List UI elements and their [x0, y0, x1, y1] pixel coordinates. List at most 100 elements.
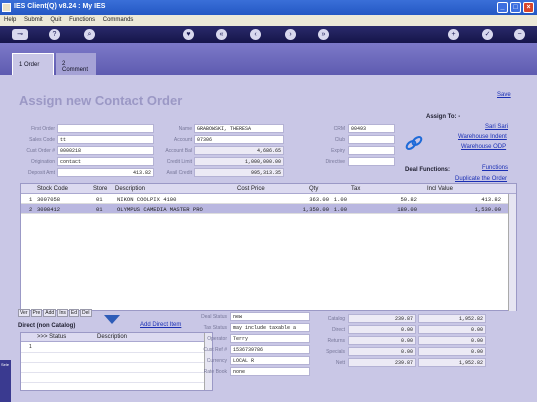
incl-value-cell: 1,539.00 — [474, 206, 501, 213]
store-cell: 01 — [96, 206, 103, 213]
sales-code-label: Sales Code — [29, 137, 55, 143]
edit-row-button[interactable]: Ed — [68, 309, 79, 317]
tax-cell: 50.82 — [400, 196, 417, 203]
next-record-icon[interactable]: › — [285, 29, 296, 40]
qty-cell: 1.00 — [333, 196, 347, 203]
tab-comment[interactable]: 2 Comment — [56, 53, 96, 75]
first-record-icon[interactable]: « — [216, 29, 227, 40]
crm-label: CRM — [333, 126, 345, 132]
save-link[interactable]: Save — [497, 92, 511, 98]
view-row-button[interactable]: Ver — [18, 309, 30, 317]
stock-code-cell: 3007058 — [37, 196, 61, 203]
avail-credit-label: Avail Credit — [166, 170, 192, 176]
col-incl-value[interactable]: Incl Value — [427, 186, 453, 192]
name-field[interactable]: GRABOWSKI, THERESA — [194, 124, 284, 133]
confirm-icon[interactable]: ✓ — [482, 29, 493, 40]
specials-incl-value: 0.00 — [418, 347, 486, 356]
add-icon[interactable]: + — [448, 29, 459, 40]
link-icon[interactable] — [404, 135, 424, 153]
origination-label: Origination — [30, 159, 55, 165]
nett-incl-value: 1,952.82 — [418, 358, 486, 367]
title-bar: IES Client(Q) v8.24 : My IES _ □ × — [0, 0, 537, 15]
expiry-label: Expiry — [331, 148, 345, 154]
tab-order[interactable]: 1 Order — [12, 53, 54, 75]
table-scrollbar[interactable] — [508, 194, 516, 311]
previous-row-button[interactable]: Pre — [30, 309, 43, 317]
catalog-label: Catalog — [327, 316, 345, 322]
menu-commands[interactable]: Commands — [103, 17, 134, 23]
col-stock-code[interactable]: Stock Code — [37, 186, 68, 192]
favorite-icon[interactable]: ♥ — [183, 29, 194, 40]
col-cost-price[interactable]: Cost Price — [237, 186, 265, 192]
menu-submit[interactable]: Submit — [24, 17, 43, 23]
table-header: Stock Code Store Description Cost Price … — [21, 184, 516, 194]
col-store[interactable]: Store — [93, 186, 107, 192]
directive-field[interactable] — [348, 157, 395, 166]
toolbar: ⊸ ? ⌕ ♥ « ‹ › » + ✓ − — [0, 26, 537, 43]
help-icon[interactable]: ? — [49, 29, 60, 40]
insert-row-button[interactable]: Ins — [57, 309, 68, 317]
cost-cell: 1,350.00 — [302, 206, 329, 213]
close-button[interactable]: × — [523, 2, 534, 13]
minimize-button[interactable]: _ — [497, 2, 508, 13]
direct-row-number: 1 — [29, 344, 32, 350]
col-tax[interactable]: Tax — [351, 186, 360, 192]
account-label: Account — [173, 137, 192, 143]
cust-order-label: Cust Order # — [26, 148, 55, 154]
menu-functions[interactable]: Functions — [69, 17, 95, 23]
operator-label: Operator — [207, 336, 227, 342]
table-row[interactable]: 2 3008412 01 OLYMPUS CAMEDIA MASTER PRO … — [21, 204, 516, 214]
expiry-field[interactable] — [348, 146, 395, 155]
tax-cell: 189.00 — [397, 206, 417, 213]
side-panel-tab[interactable]: Sele — [0, 360, 11, 402]
direct-label: Direct — [331, 327, 345, 333]
cost-cell: 363.00 — [309, 196, 329, 203]
order-lines-table: Stock Code Store Description Cost Price … — [20, 183, 517, 311]
cancel-icon[interactable]: − — [514, 29, 525, 40]
account-bal-label: Account Bal — [165, 148, 192, 154]
description-cell: NIKON COOLPIX 4100 — [117, 196, 177, 203]
col-description[interactable]: Description — [115, 186, 145, 192]
description-cell: OLYMPUS CAMEDIA MASTER PRO — [117, 206, 203, 213]
last-record-icon[interactable]: » — [318, 29, 329, 40]
avail-credit-field: 995,313.35 — [194, 168, 284, 177]
first-order-label: First Order — [31, 126, 55, 132]
assign-warehouse-indent-link[interactable]: Warehouse Indent — [458, 134, 507, 140]
row-divider — [21, 382, 212, 383]
search-icon[interactable]: ⌕ — [84, 29, 95, 40]
direct-items-heading: Direct (non Catalog) — [18, 323, 76, 329]
catalog-incl-value: 1,952.82 — [418, 314, 486, 323]
cust-ref-label: Cust Ref # — [203, 347, 227, 353]
rate-book-label: Rate Book — [203, 369, 227, 375]
club-field[interactable] — [348, 135, 395, 144]
main-content: Assign new Contact Order Save First Orde… — [0, 75, 537, 402]
name-label: Name — [178, 126, 192, 132]
catalog-ex-value: 239.87 — [348, 314, 416, 323]
col-qty[interactable]: Qty — [309, 186, 318, 192]
add-row-button[interactable]: Add — [43, 309, 57, 317]
assign-sari-sari-link[interactable]: Sari Sari — [485, 124, 508, 130]
maximize-button[interactable]: □ — [510, 2, 521, 13]
prev-record-icon[interactable]: ‹ — [250, 29, 261, 40]
delete-row-button[interactable]: Del — [80, 309, 92, 317]
rate-book-field[interactable]: none — [230, 367, 310, 376]
col-direct-description[interactable]: Description — [97, 334, 127, 340]
menu-quit[interactable]: Quit — [50, 17, 61, 23]
tab-strip: 1 Order 2 Comment — [0, 43, 537, 75]
crm-field[interactable]: 00493 — [348, 124, 395, 133]
credit-limit-label: Credit Limit — [166, 159, 192, 165]
menu-bar: Help Submit Quit Functions Commands — [0, 15, 537, 26]
functions-link[interactable]: Functions — [482, 165, 508, 171]
table-row[interactable]: 1 3007058 01 NIKON COOLPIX 4100 363.00 1… — [21, 194, 516, 204]
duplicate-order-link[interactable]: Duplicate the Order — [455, 176, 507, 182]
returns-label: Returns — [327, 338, 345, 344]
assign-warehouse-odp-link[interactable]: Warehouse ODP — [461, 144, 506, 150]
account-field[interactable]: 07306 — [194, 135, 284, 144]
key-icon[interactable]: ⊸ — [12, 29, 28, 40]
direct-incl-value: 0.00 — [418, 325, 486, 334]
menu-help[interactable]: Help — [4, 17, 16, 23]
row-action-tabs: Ver Pre Add Ins Ed Del — [18, 309, 93, 317]
col-status[interactable]: >>> Status — [37, 334, 66, 340]
arrow-down-icon — [104, 315, 120, 324]
returns-incl-value: 0.00 — [418, 336, 486, 345]
